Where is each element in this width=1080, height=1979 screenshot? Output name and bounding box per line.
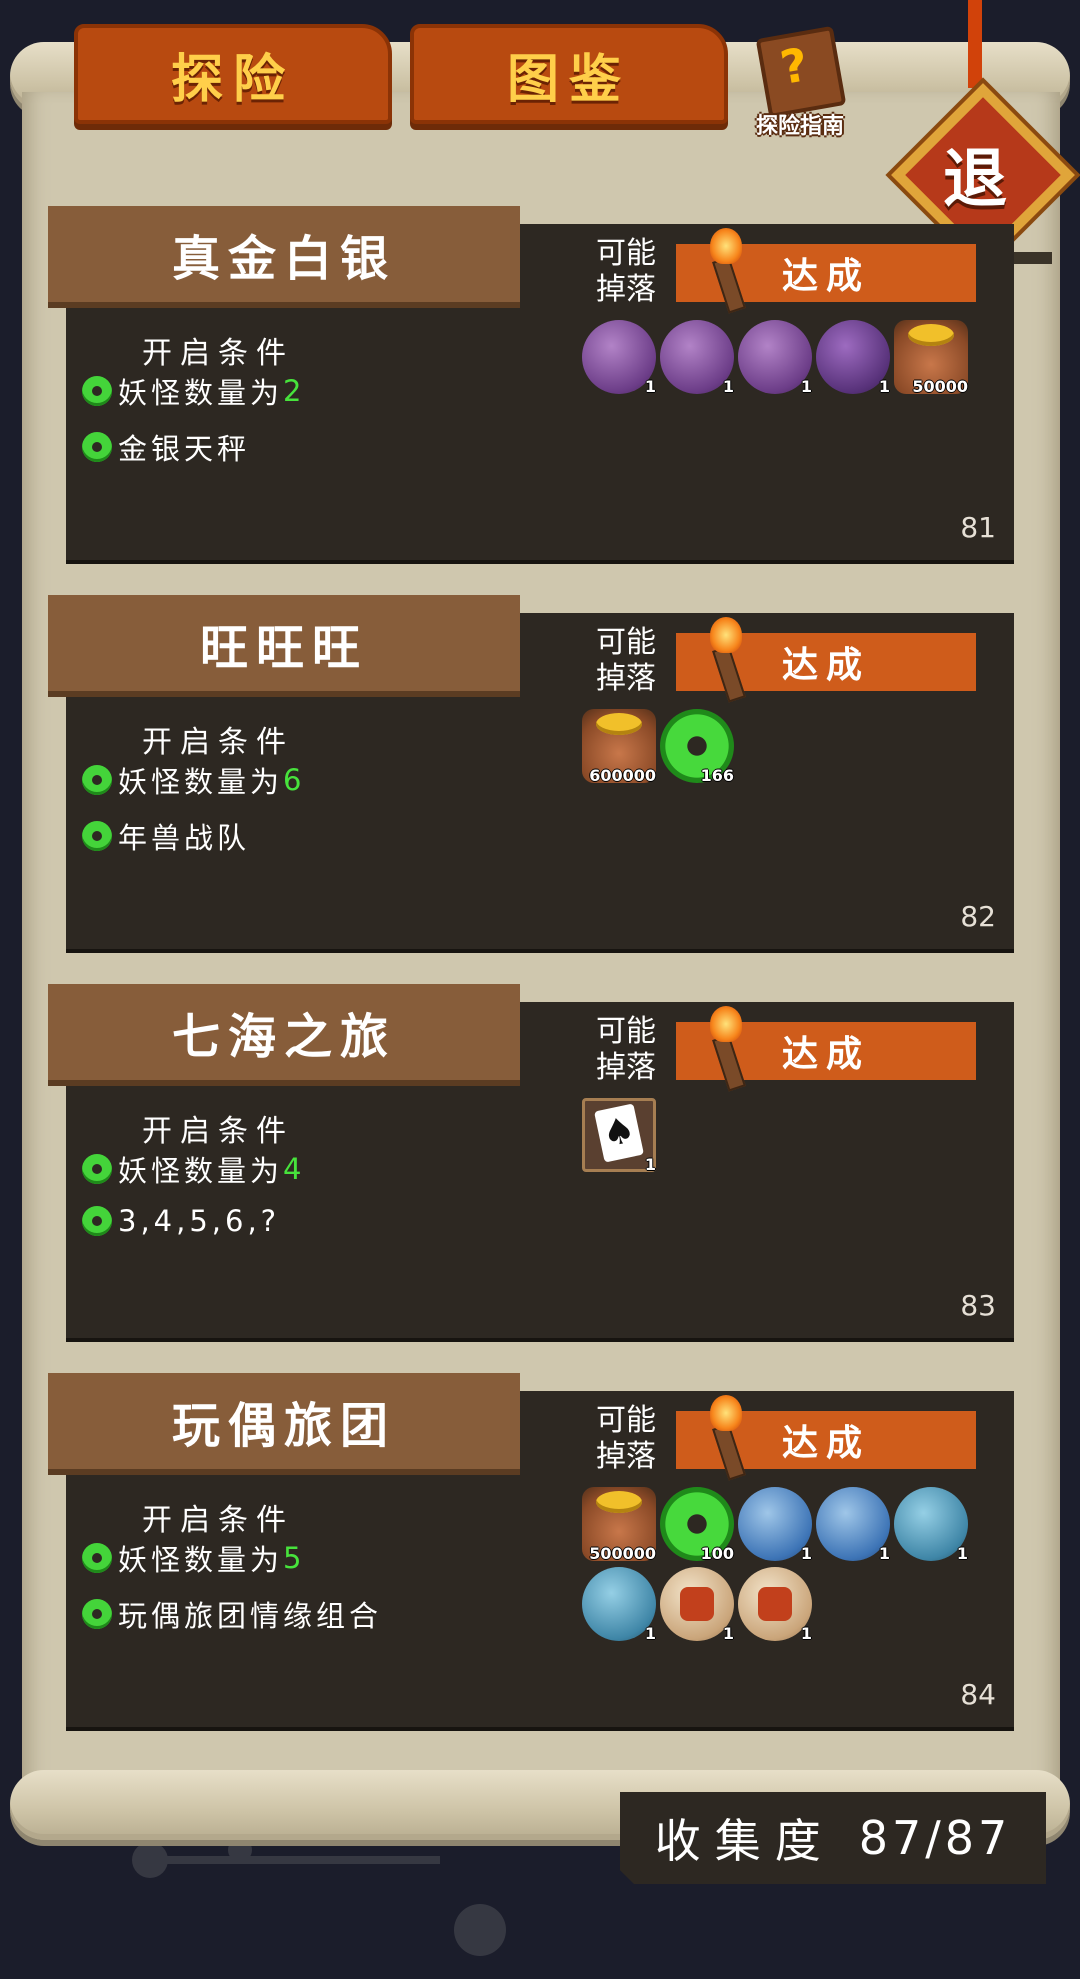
- condition-text: 妖怪数量为: [118, 376, 284, 410]
- card-number: 82: [960, 900, 996, 933]
- condition-header: 开启条件: [142, 1503, 294, 1538]
- card-title: 旺旺旺: [48, 595, 520, 691]
- drop-item[interactable]: 1: [894, 1487, 968, 1563]
- item-count: 1: [800, 1624, 812, 1643]
- item-count: 500000: [589, 1544, 656, 1563]
- condition-monster-count: 妖怪数量为 2: [82, 370, 305, 412]
- drop-item[interactable]: 166: [660, 709, 734, 785]
- drop-item[interactable]: 100: [660, 1487, 734, 1563]
- background-decoration: [132, 1838, 506, 1956]
- tab-codex[interactable]: 图鉴: [410, 24, 728, 124]
- drop-item[interactable]: 600000: [582, 709, 656, 785]
- torch-icon: [706, 1006, 746, 1092]
- item-count: 1: [800, 377, 812, 396]
- drop-label: 可能掉落: [596, 1403, 656, 1474]
- condition-text: 妖怪数量为: [118, 1154, 284, 1188]
- drop-item[interactable]: 1: [582, 1567, 656, 1643]
- condition-text: 妖怪数量为: [118, 1543, 284, 1577]
- exit-button[interactable]: 退: [891, 83, 1075, 267]
- condition-value: 4: [283, 1152, 306, 1186]
- condition-header: 开启条件: [142, 725, 294, 760]
- achievement-card: 旺旺旺 开启条件 妖怪数量为 6 年兽战队 可能掉落 达成 600000 166 82: [48, 595, 1014, 949]
- drop-item[interactable]: 1: [660, 1567, 734, 1643]
- condition-value: 6: [283, 763, 306, 797]
- condition-text: 金银天秤: [118, 432, 251, 466]
- condition-value: 2: [283, 374, 306, 408]
- torch-icon: [706, 1395, 746, 1481]
- jade-bullet-icon: [82, 1206, 112, 1236]
- item-count: 1: [722, 377, 734, 396]
- question-book-icon: ?: [755, 25, 847, 119]
- condition-text: 妖怪数量为: [118, 765, 284, 799]
- item-count: 1: [644, 1155, 656, 1174]
- card-number: 81: [960, 511, 996, 544]
- item-count: 1: [800, 1544, 812, 1563]
- card-title: 七海之旅: [48, 984, 520, 1080]
- collection-panel: 收集度 87/87: [620, 1792, 1046, 1884]
- item-count: 1: [722, 1624, 734, 1643]
- hanging-rope: [968, 0, 982, 88]
- card-title: 真金白银: [48, 206, 520, 302]
- drop-item[interactable]: 1: [582, 1098, 656, 1174]
- jade-bullet-icon: [82, 376, 112, 406]
- achievement-card: 玩偶旅团 开启条件 妖怪数量为 5 玩偶旅团情缘组合 可能掉落 达成 500000 100 1 1 1…: [48, 1373, 1014, 1727]
- card-number: 84: [960, 1678, 996, 1711]
- jade-bullet-icon: [82, 1543, 112, 1573]
- condition-combo: 3,4,5,6,?: [82, 1204, 280, 1238]
- torch-icon: [706, 228, 746, 314]
- item-count: 1: [644, 1624, 656, 1643]
- condition-text: 年兽战队: [118, 821, 251, 855]
- drop-item[interactable]: 50000: [894, 320, 968, 396]
- guide-label: 探险指南: [755, 114, 844, 139]
- condition-combo: 金银天秤: [82, 426, 250, 468]
- condition-monster-count: 妖怪数量为 4: [82, 1148, 305, 1190]
- item-count: 1: [644, 377, 656, 396]
- item-count: 100: [700, 1544, 734, 1563]
- jade-bullet-icon: [82, 765, 112, 795]
- drop-item[interactable]: 500000: [582, 1487, 656, 1563]
- item-count: 1: [956, 1544, 968, 1563]
- jade-bullet-icon: [82, 1599, 112, 1629]
- achievement-card: 七海之旅开启条件妖怪数量为43,4,5,6,?可能掉落达成183: [48, 984, 1014, 1338]
- jade-bullet-icon: [82, 432, 112, 462]
- collection-label: 收集度: [654, 1814, 835, 1868]
- drop-label: 可能掉落: [596, 1014, 656, 1085]
- card-number: 83: [960, 1289, 996, 1322]
- item-count: 1: [878, 1544, 890, 1563]
- guide-button[interactable]: ? 探险指南: [740, 25, 860, 140]
- condition-monster-count: 妖怪数量为 6: [82, 759, 305, 801]
- achievement-card: 真金白银 开启条件 妖怪数量为 2 金银天秤 可能掉落 达成 1 1 1 1 50000 81: [48, 206, 1014, 560]
- drop-label: 可能掉落: [596, 625, 656, 696]
- torch-icon: [706, 617, 746, 703]
- jade-bullet-icon: [82, 1154, 112, 1184]
- card-title: 玩偶旅团: [48, 1373, 520, 1469]
- condition-combo: 玩偶旅团情缘组合: [82, 1593, 382, 1635]
- item-count: 166: [700, 766, 734, 785]
- drop-item[interactable]: 1: [738, 1487, 812, 1563]
- tab-explore[interactable]: 探险: [74, 24, 392, 124]
- item-count: 600000: [589, 766, 656, 785]
- drop-label: 可能掉落: [596, 236, 656, 307]
- collection-value: 87/87: [858, 1811, 1012, 1865]
- drop-item[interactable]: 1: [660, 320, 734, 396]
- drop-item[interactable]: 1: [816, 1487, 890, 1563]
- condition-header: 开启条件: [142, 336, 294, 371]
- jade-bullet-icon: [82, 821, 112, 851]
- condition-text: 玩偶旅团情缘组合: [118, 1599, 383, 1633]
- drop-item[interactable]: 1: [582, 320, 656, 396]
- drop-item[interactable]: 1: [738, 1567, 812, 1643]
- item-count: 50000: [912, 377, 968, 396]
- condition-combo: 年兽战队: [82, 815, 250, 857]
- exit-label: 退: [943, 143, 1007, 217]
- condition-value: 5: [283, 1541, 306, 1575]
- drop-item[interactable]: 1: [816, 320, 890, 396]
- condition-header: 开启条件: [142, 1114, 294, 1149]
- condition-text: 3,4,5,6,?: [118, 1204, 281, 1238]
- item-count: 1: [878, 377, 890, 396]
- condition-monster-count: 妖怪数量为 5: [82, 1537, 305, 1579]
- drop-item[interactable]: 1: [738, 320, 812, 396]
